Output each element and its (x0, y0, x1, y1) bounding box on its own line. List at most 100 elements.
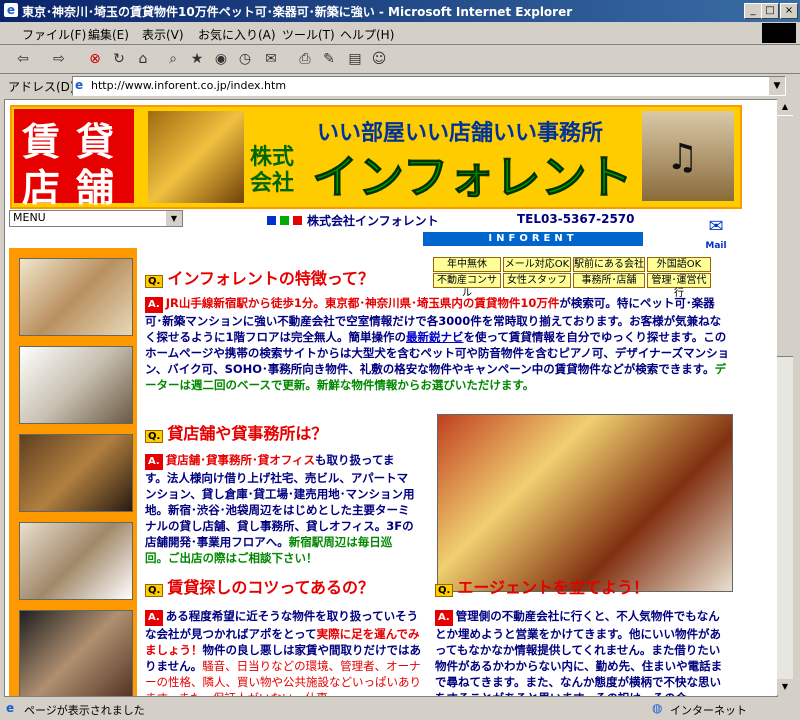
saxophone-image (148, 111, 244, 203)
section-title: 貸店舗や貸事務所は？ (167, 424, 328, 443)
color-squares (267, 214, 302, 228)
menu-view[interactable]: 表示(V) (142, 26, 184, 43)
menu-edit[interactable]: 編集(E) (88, 26, 129, 43)
page-viewport: 賃 貸 店 舗 いい部屋いい店舗いい事務所 株式会社 インフォレント ♫ MEN… (4, 99, 778, 697)
a-badge: A. (145, 297, 163, 313)
close-button[interactable]: × (780, 3, 798, 19)
vertical-scrollbar[interactable]: ▲ ▼ (777, 99, 793, 695)
home-icon[interactable]: ⌂ (134, 50, 152, 68)
text-main: 管理側の不動産会社に行くと、不人気物件でもなんとか埋めようと営業をかけてきます。… (435, 609, 723, 696)
scroll-down-arrow[interactable]: ▼ (777, 679, 793, 695)
banner-company-name: インフォレント (312, 150, 634, 205)
left-column (9, 248, 137, 696)
photo-modern-interior (19, 610, 133, 696)
address-bar: アドレス(D) e http://www.inforent.co.jp/inde… (0, 74, 800, 98)
text-highlight: 貸店舗･貸事務所･貸オフィス (165, 453, 316, 467)
ie-icon: e (4, 3, 18, 17)
menu-help[interactable]: ヘルプ(H) (340, 26, 394, 43)
section-title: エージェントを立てよう！ (457, 578, 649, 597)
status-text: ページが表示されました (24, 704, 145, 717)
navi-link[interactable]: 最新鋭ナビ (406, 330, 464, 344)
favorites-icon[interactable]: ★ (188, 50, 206, 68)
menu-favorites[interactable]: お気に入り(A) (198, 26, 276, 43)
kanji-ten: 店 (22, 166, 61, 210)
menu-file[interactable]: ファイル(F) (22, 26, 86, 43)
address-url: http://www.inforent.co.jp/index.htm (91, 79, 287, 92)
page-icon: e (75, 78, 84, 92)
globe-icon: ◍ (652, 701, 663, 715)
scroll-up-arrow[interactable]: ▲ (777, 99, 793, 115)
logo-text: INFORENT (488, 233, 578, 244)
status-bar: e ページが表示されました ◍ インターネット (0, 698, 800, 720)
photo-loft (19, 522, 133, 600)
photo-living-room (19, 258, 133, 336)
kanji-block: 賃 貸 店 舗 (14, 109, 134, 210)
feature-foreign-language[interactable]: 外国語OK (647, 257, 711, 272)
photo-bright-room (19, 346, 133, 424)
menu-select-label: MENU (13, 211, 46, 224)
q-badge: Q. (145, 430, 164, 443)
feature-mail-ok[interactable]: メール対応OK (503, 257, 571, 272)
piano-image: ♫ (642, 111, 734, 201)
piano-icon: ♫ (666, 137, 699, 178)
feature-management[interactable]: 管理･運営代行 (647, 273, 711, 299)
scroll-thumb[interactable] (777, 115, 793, 357)
section-body: A. 管理側の不動産会社に行くと、不人気物件でもなんとか埋めようと営業をかけてきま… (435, 608, 731, 696)
mail-label: Mail (705, 241, 727, 251)
feature-female-staff[interactable]: 女性スタッフ (503, 273, 571, 288)
minimize-button[interactable]: _ (744, 3, 762, 19)
mail-link[interactable]: ✉ Mail (703, 216, 729, 251)
feature-open-all-year[interactable]: 年中無休 (433, 257, 501, 272)
status-page-icon: e (6, 701, 15, 715)
section-title: 賃貸探しのコツってあるの？ (167, 578, 375, 597)
feature-office-shop[interactable]: 事務所･店舗 (573, 273, 645, 288)
menu-tools[interactable]: ツール(T) (282, 26, 335, 43)
address-label: アドレス(D) (8, 80, 75, 94)
section-body: A. 貸店舗･貸事務所･貸オフィスも取り扱ってます。法人様向け借り上げ社宅、売ビル… (145, 452, 415, 566)
storefront-image (437, 414, 733, 592)
edit-icon[interactable]: ✎ (320, 50, 338, 68)
back-icon[interactable]: ⇦ (14, 50, 32, 68)
a-badge: A. (145, 610, 163, 626)
text-highlight: JR山手線新宿駅から徒歩1分。東京都･神奈川県･埼玉県内の賃貸物件10万件 (165, 296, 560, 310)
section-body: A. JR山手線新宿駅から徒歩1分。東京都･神奈川県･埼玉県内の賃貸物件10万件が… (145, 295, 731, 393)
discuss-icon[interactable]: ▤ (346, 50, 364, 68)
address-dropdown-icon[interactable]: ▼ (769, 77, 785, 95)
title-bar[interactable]: e 東京･神奈川･埼玉の賃貸物件10万件ペット可･楽器可･新築に強い - Mic… (0, 0, 800, 22)
q-badge: Q. (145, 584, 164, 597)
forward-icon[interactable]: ⇨ (50, 50, 68, 68)
company-name: 株式会社インフォレント (307, 214, 439, 228)
print-icon[interactable]: ⎙ (296, 50, 314, 68)
photo-lounge (19, 434, 133, 512)
inforent-logo[interactable]: INFORENT (423, 232, 643, 246)
section-body: A. ある程度希望に近そうな物件を取り扱っていそうな会社が見つかればアポをとって実… (145, 608, 425, 696)
maximize-button[interactable]: □ (761, 3, 779, 19)
a-badge: A. (145, 454, 163, 470)
stop-icon[interactable]: ⊗ (86, 50, 104, 68)
envelope-icon: ✉ (708, 216, 724, 237)
q-badge: Q. (145, 275, 164, 288)
windows-logo-icon (762, 23, 796, 43)
media-icon[interactable]: ◉ (212, 50, 230, 68)
window-title: 東京･神奈川･埼玉の賃貸物件10万件ペット可･楽器可･新築に強い - Micro… (22, 5, 573, 19)
history-icon[interactable]: ◷ (236, 50, 254, 68)
feature-consulting[interactable]: 不動産コンサル (433, 273, 501, 299)
tel-number: TEL03-5367-2570 (517, 212, 635, 226)
address-input[interactable]: e http://www.inforent.co.jp/index.htm ▼ (72, 76, 786, 96)
kanji-po: 舗 (76, 166, 115, 210)
a-badge: A. (435, 610, 453, 626)
refresh-icon[interactable]: ↻ (110, 50, 128, 68)
toolbar: ⇦ ⇨ ⊗ ↻ ⌂ ⌕ ★ ◉ ◷ ✉ ⎙ ✎ ▤ ☺ (0, 45, 800, 74)
messenger-icon[interactable]: ☺ (370, 50, 388, 68)
banner-kaisha: 株式会社 (250, 145, 295, 196)
menu-select[interactable]: MENU ▼ (9, 210, 183, 227)
feature-station-front[interactable]: 駅前にある会社 (573, 257, 645, 272)
mail-icon[interactable]: ✉ (262, 50, 280, 68)
section-title: インフォレントの特徴って？ (167, 269, 375, 288)
q-badge: Q. (435, 584, 454, 597)
search-icon[interactable]: ⌕ (164, 50, 182, 68)
chevron-down-icon[interactable]: ▼ (166, 211, 182, 226)
banner: 賃 貸 店 舗 いい部屋いい店舗いい事務所 株式会社 インフォレント ♫ (10, 105, 742, 210)
status-zone: インターネット (670, 704, 747, 717)
menu-bar: ファイル(F) 編集(E) 表示(V) お気に入り(A) ツール(T) ヘルプ(… (0, 22, 800, 45)
